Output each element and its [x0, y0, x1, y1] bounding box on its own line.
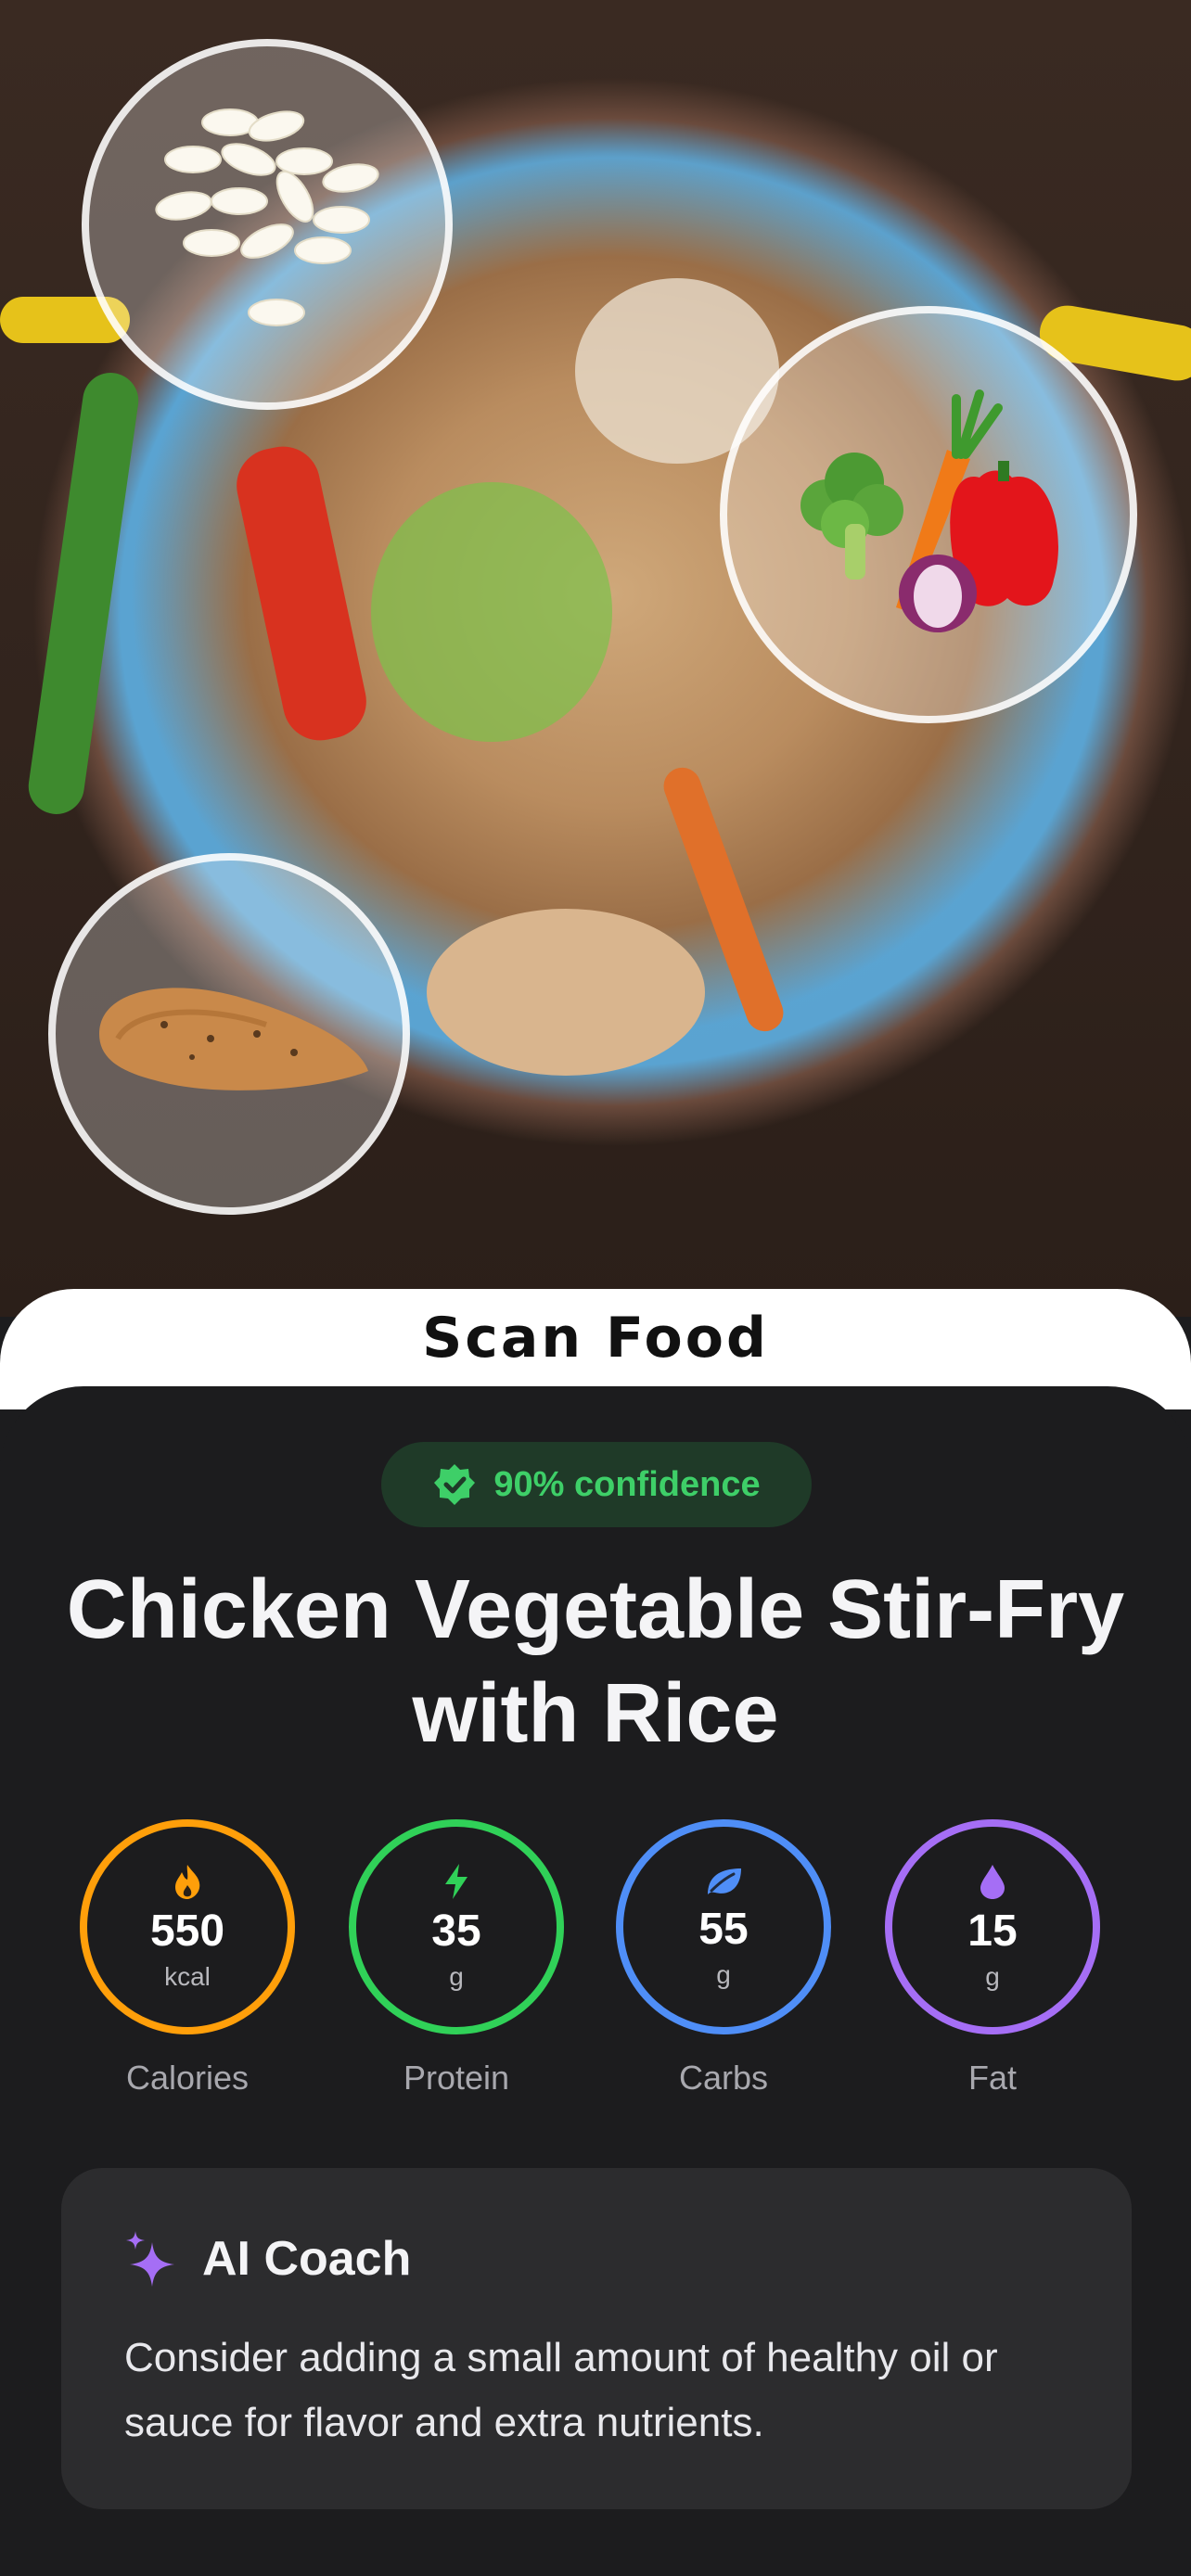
ai-coach-title: AI Coach	[202, 2232, 412, 2286]
food-name: Chicken Vegetable Stir-Fry with Rice	[66, 1563, 1125, 1760]
rice-icon	[155, 108, 379, 326]
flame-icon	[175, 1864, 200, 1899]
leaf-icon	[708, 1868, 741, 1894]
protein-ring: 35 g	[349, 1819, 564, 2034]
drop-icon	[980, 1864, 1005, 1899]
fat-unit: g	[985, 1961, 1000, 1991]
calories-label: Calories	[125, 2059, 250, 2097]
vegetables-icon	[800, 389, 1058, 632]
carbs-ring: 55 g	[616, 1819, 831, 2034]
carbs-value: 55	[698, 1904, 749, 1954]
protein-label: Protein	[403, 2059, 510, 2097]
vegetables-bubble	[720, 306, 1137, 723]
ai-coach-header: AI Coach	[124, 2229, 411, 2289]
protein-unit: g	[449, 1961, 464, 1991]
calories-unit: kcal	[164, 1961, 211, 1991]
sparkles-icon	[126, 2231, 174, 2287]
confidence-badge: 90% confidence	[381, 1442, 812, 1527]
page-title: Scan Food	[422, 1306, 769, 1371]
carbs-unit: g	[716, 1959, 731, 1989]
chicken-bubble	[48, 853, 410, 1215]
carbs-label: Carbs	[678, 2059, 769, 2097]
fat-value: 15	[967, 1906, 1018, 1956]
calories-ring: 550 kcal	[80, 1819, 295, 2034]
verified-check-icon	[434, 1464, 476, 1505]
confidence-label: 90% confidence	[493, 1464, 761, 1504]
bolt-icon	[445, 1863, 467, 1899]
protein-value: 35	[431, 1906, 481, 1956]
rice-bubble	[82, 39, 453, 410]
ai-coach-card: AI Coach Consider adding a small amount …	[61, 2168, 1132, 2509]
food-photo	[0, 0, 1191, 1317]
ai-coach-message: Consider adding a small amount of health…	[124, 2335, 998, 2445]
calories-value: 550	[149, 1906, 225, 1956]
fat-ring: 15 g	[885, 1819, 1100, 2034]
fat-label: Fat	[967, 2059, 1017, 2097]
chicken-icon	[99, 988, 368, 1090]
